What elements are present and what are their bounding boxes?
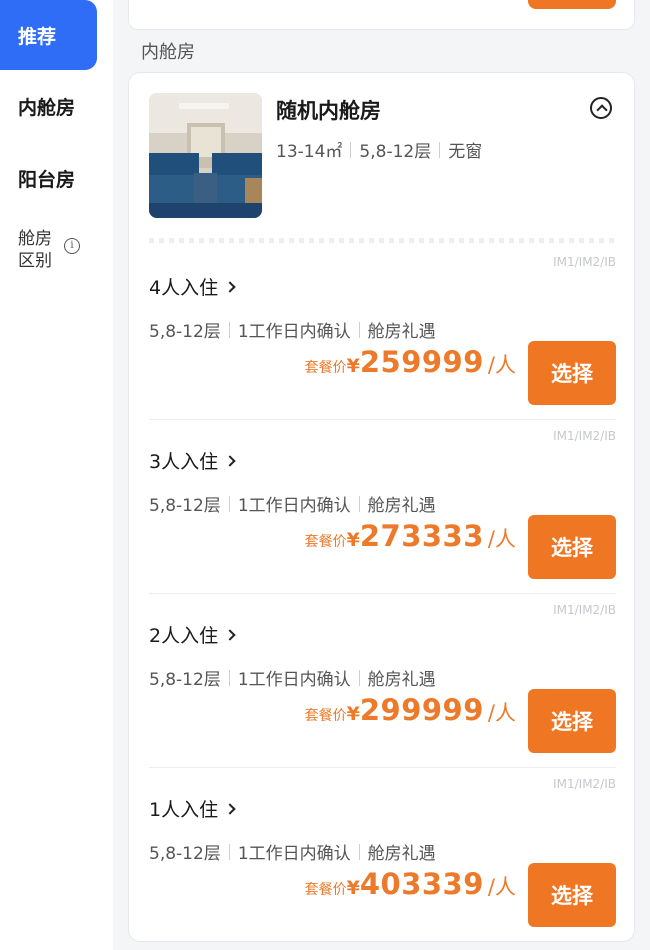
- occupancy-label: 2人入住: [149, 625, 219, 647]
- option-floors: 5,8-12层: [149, 322, 221, 342]
- option-perk: 舱房礼遇: [367, 322, 436, 342]
- divider: [228, 321, 230, 338]
- room-area: 13-14㎡: [276, 142, 343, 162]
- dashed-divider: [149, 238, 616, 243]
- divider: [358, 321, 360, 338]
- price-unit: /人: [487, 353, 516, 377]
- divider: [149, 593, 616, 594]
- option-confirm: 1工作日内确认: [237, 496, 351, 516]
- option-attributes: 5,8-12层 1工作日内确认 舱房礼遇: [149, 491, 436, 516]
- price-unit: /人: [487, 875, 516, 899]
- main-content: 内舱房 随机内舱房 13-14㎡ 5,8-12层 无窗 IM1/IM2/IB 4…: [113, 0, 650, 950]
- cabin-selection-page: 推荐 内舱房 阳台房 舱房区别 i 内舱房 随机内舱房 13-14㎡ 5,8-1…: [0, 0, 650, 950]
- occupancy-label: 1人入住: [149, 799, 219, 821]
- sidebar-item-recommended[interactable]: 推荐: [0, 0, 97, 70]
- option-confirm: 1工作日内确认: [237, 322, 351, 342]
- divider: [149, 419, 616, 420]
- price-unit: /人: [487, 701, 516, 725]
- price-amount: 299999: [359, 693, 484, 727]
- section-title: 内舱房: [141, 42, 195, 63]
- select-button[interactable]: 选择: [528, 515, 616, 579]
- cabin-code: IM1/IM2/IB: [553, 603, 616, 617]
- cabin-code: IM1/IM2/IB: [553, 255, 616, 269]
- select-button[interactable]: 选择: [528, 863, 616, 927]
- price-prefix: 套餐价: [304, 360, 347, 376]
- chevron-right-icon: [224, 802, 236, 815]
- divider: [358, 495, 360, 512]
- price-prefix: 套餐价: [304, 534, 347, 550]
- chevron-right-icon: [224, 628, 236, 641]
- option-floors: 5,8-12层: [149, 670, 221, 690]
- price-amount: 259999: [359, 345, 484, 379]
- option-floors: 5,8-12层: [149, 496, 221, 516]
- occupancy-link[interactable]: 4人入住: [149, 273, 236, 300]
- option-attributes: 5,8-12层 1工作日内确认 舱房礼遇: [149, 839, 436, 864]
- occupancy-link[interactable]: 3人入住: [149, 447, 236, 474]
- chevron-up-circle-icon[interactable]: [590, 97, 612, 119]
- sidebar-item-label: 内舱房: [18, 96, 76, 119]
- previous-card: [128, 0, 635, 30]
- price-prefix: 套餐价: [304, 882, 347, 898]
- price-amount: 273333: [359, 519, 484, 553]
- option-floors: 5,8-12层: [149, 844, 221, 864]
- room-photo[interactable]: [149, 93, 262, 218]
- chevron-right-icon: [224, 280, 236, 293]
- occupancy-option: IM1/IM2/IB 1人入住 5,8-12层 1工作日内确认 舱房礼遇 套餐价…: [149, 767, 616, 942]
- option-attributes: 5,8-12层 1工作日内确认 舱房礼遇: [149, 665, 436, 690]
- sidebar-item-label: 推荐: [18, 25, 57, 48]
- option-confirm: 1工作日内确认: [237, 844, 351, 864]
- info-icon[interactable]: i: [64, 238, 80, 254]
- room-floors: 5,8-12层: [359, 142, 432, 162]
- divider: [358, 843, 360, 860]
- price: 套餐价 ¥ 273333 /人: [305, 519, 516, 553]
- cabin-difference-label: 舱房区别: [18, 229, 52, 271]
- chevron-right-icon: [224, 454, 236, 467]
- occupancy-label: 3人入住: [149, 451, 219, 473]
- option-confirm: 1工作日内确认: [237, 670, 351, 690]
- divider: [228, 843, 230, 860]
- previous-select-button[interactable]: [528, 0, 616, 9]
- select-button[interactable]: 选择: [528, 689, 616, 753]
- select-button[interactable]: 选择: [528, 341, 616, 405]
- room-card: 随机内舱房 13-14㎡ 5,8-12层 无窗 IM1/IM2/IB 4人入住 …: [128, 72, 635, 942]
- option-perk: 舱房礼遇: [367, 496, 436, 516]
- sidebar-item-cabin-difference[interactable]: 舱房区别 i: [18, 228, 80, 272]
- price-currency: ¥: [346, 877, 360, 899]
- occupancy-link[interactable]: 2人入住: [149, 621, 236, 648]
- occupancy-option: IM1/IM2/IB 4人入住 5,8-12层 1工作日内确认 舱房礼遇 套餐价…: [149, 245, 616, 420]
- price-amount: 403339: [359, 867, 484, 901]
- price: 套餐价 ¥ 403339 /人: [305, 867, 516, 901]
- divider: [350, 141, 352, 158]
- divider: [228, 669, 230, 686]
- sidebar-item-inside-cabin[interactable]: 内舱房: [0, 71, 97, 141]
- divider: [149, 767, 616, 768]
- option-attributes: 5,8-12层 1工作日内确认 舱房礼遇: [149, 317, 436, 342]
- price-currency: ¥: [346, 703, 360, 725]
- occupancy-label: 4人入住: [149, 277, 219, 299]
- sidebar: 推荐 内舱房 阳台房 舱房区别 i: [0, 0, 113, 950]
- divider: [228, 495, 230, 512]
- price: 套餐价 ¥ 259999 /人: [305, 345, 516, 379]
- price-currency: ¥: [346, 529, 360, 551]
- price-unit: /人: [487, 527, 516, 551]
- room-name: 随机内舱房: [276, 99, 381, 123]
- divider: [358, 669, 360, 686]
- room-attributes: 13-14㎡ 5,8-12层 无窗: [276, 137, 482, 162]
- price-prefix: 套餐价: [304, 708, 347, 724]
- occupancy-link[interactable]: 1人入住: [149, 795, 236, 822]
- option-perk: 舱房礼遇: [367, 844, 436, 864]
- divider: [439, 141, 441, 158]
- price-currency: ¥: [346, 355, 360, 377]
- price: 套餐价 ¥ 299999 /人: [305, 693, 516, 727]
- occupancy-option: IM1/IM2/IB 3人入住 5,8-12层 1工作日内确认 舱房礼遇 套餐价…: [149, 419, 616, 594]
- occupancy-option: IM1/IM2/IB 2人入住 5,8-12层 1工作日内确认 舱房礼遇 套餐价…: [149, 593, 616, 768]
- sidebar-item-balcony-cabin[interactable]: 阳台房: [0, 143, 97, 213]
- cabin-code: IM1/IM2/IB: [553, 429, 616, 443]
- room-window: 无窗: [448, 142, 483, 162]
- cabin-code: IM1/IM2/IB: [553, 777, 616, 791]
- sidebar-item-label: 阳台房: [18, 168, 76, 191]
- option-perk: 舱房礼遇: [367, 670, 436, 690]
